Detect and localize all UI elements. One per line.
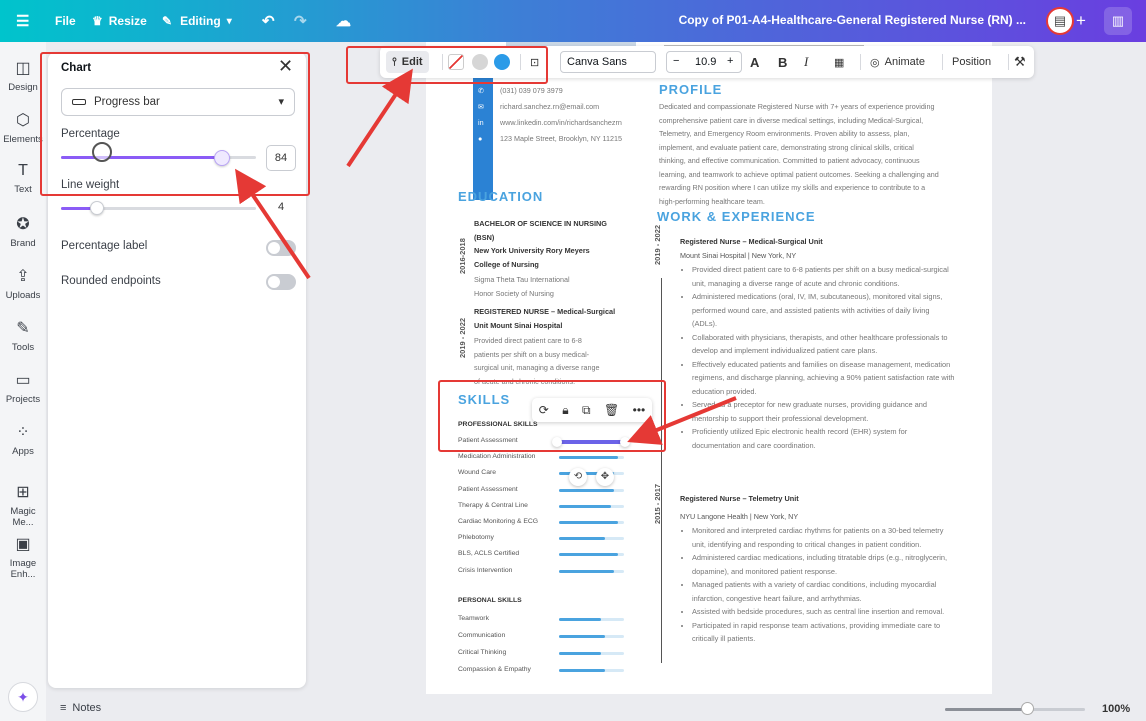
arrow-to-skill-bar	[627, 396, 737, 445]
arrow-to-edit	[346, 68, 413, 168]
annotation-arrows	[235, 68, 737, 445]
zoom-slider-fill	[945, 708, 1027, 711]
zoom-slider[interactable]	[945, 708, 1085, 711]
arrow-to-slider	[235, 168, 311, 280]
zoom-slider-thumb[interactable]	[1021, 702, 1034, 715]
zoom-level[interactable]: 100%	[1102, 703, 1130, 715]
